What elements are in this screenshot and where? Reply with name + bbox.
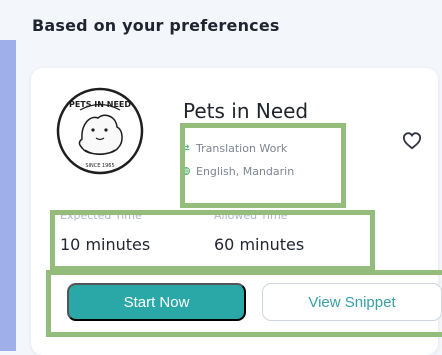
- organization-name: Pets in Need: [183, 99, 309, 123]
- allowed-time-value: 60 minutes: [214, 235, 305, 254]
- repeat-icon: [182, 144, 190, 152]
- recommendations-panel: Based on your preferences PETS IN NEED S…: [16, 0, 442, 355]
- logo-top-text: PETS IN NEED: [69, 100, 131, 109]
- view-snippet-button[interactable]: View Snippet: [262, 283, 442, 321]
- expected-time-label: Expected Time: [60, 209, 142, 222]
- allowed-time-block: Allowed Time 60 minutes: [214, 210, 304, 253]
- logo-bottom-text: SINCE 1965: [85, 163, 114, 169]
- languages-row: English, Mandarin: [181, 163, 294, 179]
- task-type: Translation Work: [196, 141, 288, 155]
- pets-in-need-logo: PETS IN NEED SINCE 1965: [56, 87, 144, 175]
- heart-outline-icon[interactable]: [401, 130, 423, 150]
- task-type-row: Translation Work: [181, 140, 287, 156]
- languages: English, Mandarin: [196, 164, 295, 178]
- expected-time-block: Expected Time 10 minutes: [60, 210, 150, 253]
- allowed-time-label: Allowed Time: [214, 209, 288, 222]
- expected-time-value: 10 minutes: [60, 235, 151, 254]
- start-now-button[interactable]: Start Now: [67, 283, 246, 321]
- section-title: Based on your preferences: [32, 16, 280, 35]
- language-icon: [182, 167, 190, 175]
